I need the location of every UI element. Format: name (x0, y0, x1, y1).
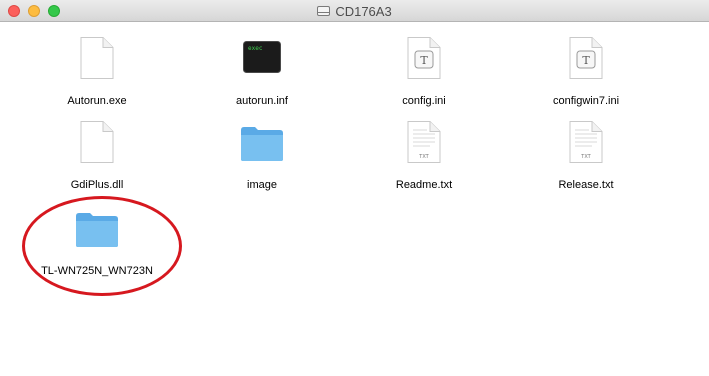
file-item[interactable]: GdiPlus.dll (32, 120, 162, 200)
file-name: image (247, 179, 277, 191)
annotation-circle (22, 196, 182, 296)
txt-badge: TXT (418, 154, 429, 160)
file-name: Readme.txt (395, 179, 453, 191)
title-bar[interactable]: CD176A3 (0, 0, 709, 22)
folder-icon (241, 127, 283, 161)
txt-badge: TXT (580, 154, 591, 160)
file-item[interactable]: image (197, 120, 327, 200)
generic-document-icon (80, 37, 114, 79)
file-item[interactable]: T config.ini (359, 36, 489, 116)
file-name: GdiPlus.dll (70, 179, 124, 191)
file-name: Autorun.exe (67, 95, 127, 107)
file-item[interactable]: TXT Readme.txt (359, 120, 489, 200)
terminal-exec-icon: exec (243, 41, 281, 73)
txt-document-icon: TXT (569, 121, 603, 163)
file-name: configwin7.ini (552, 95, 620, 107)
terminal-exec-text: exec (248, 45, 263, 52)
text-doc-glyph: T (582, 54, 590, 67)
window-title: CD176A3 (0, 3, 709, 19)
generic-document-icon (80, 121, 114, 163)
file-item[interactable]: exec autorun.inf (197, 36, 327, 116)
file-name: autorun.inf (236, 95, 288, 107)
text-document-icon: T (407, 37, 441, 79)
file-item[interactable]: Autorun.exe (32, 36, 162, 116)
window-title-text: CD176A3 (335, 3, 392, 19)
file-name: Release.txt (558, 179, 614, 191)
drive-icon (317, 6, 331, 16)
text-document-icon: T (569, 37, 603, 79)
file-item[interactable]: TXT Release.txt (521, 120, 651, 200)
file-name: config.ini (402, 95, 446, 107)
file-item[interactable]: T configwin7.ini (521, 36, 651, 116)
txt-document-icon: TXT (407, 121, 441, 163)
text-doc-glyph: T (420, 54, 428, 67)
